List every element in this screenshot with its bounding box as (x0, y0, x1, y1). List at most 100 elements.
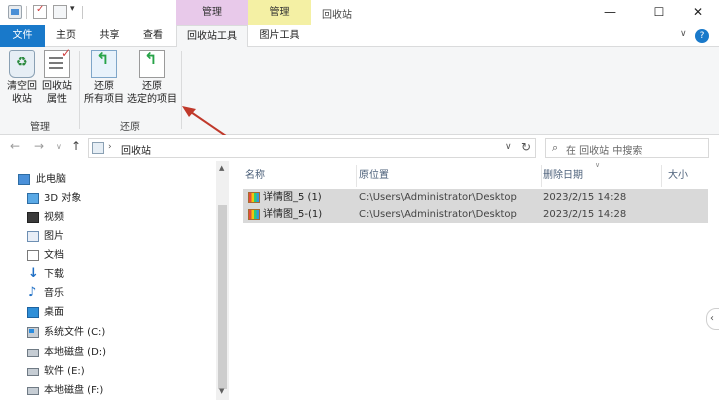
minimize-button[interactable]: — (587, 0, 633, 25)
title-bar: ▾ 管理 管理 回收站 — ☐ ✕ (0, 0, 719, 25)
file-date-deleted: 2023/2/15 14:28 (543, 209, 627, 220)
pictures-icon (27, 231, 39, 242)
tree-item-label: 图片 (44, 231, 64, 242)
restore-all-label-1: 还原 (94, 81, 114, 92)
tree-item-documents[interactable]: 文档 (0, 246, 215, 265)
restore-selected-icon (139, 50, 165, 78)
tree-item-downloads[interactable]: 下载 (0, 264, 215, 284)
tree-item-label: 本地磁盘 (F:) (44, 385, 104, 396)
refresh-icon[interactable]: ↻ (521, 140, 531, 154)
tab-picture-tools[interactable]: 图片工具 (248, 25, 311, 47)
tree-item-3d-objects[interactable]: 3D 对象 (0, 189, 215, 208)
breadcrumb-chevron-icon[interactable]: › (108, 142, 112, 152)
window-title: 回收站 (322, 10, 352, 21)
address-dropdown-icon[interactable]: ∨ (505, 142, 512, 152)
ribbon-tabs: 文件 主页 共享 查看 回收站工具 图片工具 ∨ ? (0, 25, 719, 48)
expand-side-panel-icon[interactable]: ‹ (706, 308, 719, 330)
file-row[interactable]: 详情图_5-(1) C:\Users\Administrator\Desktop… (243, 206, 708, 223)
system-drive-icon (27, 327, 39, 338)
tree-item-label: 3D 对象 (44, 193, 82, 204)
forward-arrow-icon[interactable]: → (34, 139, 44, 153)
tree-item-videos[interactable]: 视频 (0, 208, 215, 227)
scroll-down-icon[interactable]: ▼ (219, 387, 224, 395)
drive-icon (27, 387, 39, 395)
image-file-icon (248, 209, 260, 220)
collapse-ribbon-icon[interactable]: ∨ (680, 29, 687, 39)
column-header-size[interactable]: 大小 (662, 165, 718, 187)
up-arrow-icon[interactable]: ↑ (71, 139, 81, 153)
restore-selected-button[interactable]: 还原 选定的项目 (125, 50, 179, 106)
tree-item-label: 软件 (E:) (44, 366, 85, 377)
quick-access-divider (26, 6, 27, 19)
column-header-original-location[interactable]: 原位置 (357, 165, 542, 187)
restore-selected-label-2: 选定的项目 (127, 94, 177, 105)
context-tab-manage-recycle: 管理 (176, 0, 248, 25)
customize-quick-access-icon[interactable]: ▾ (70, 4, 75, 14)
file-name: 详情图_5-(1) (263, 209, 323, 220)
drive-icon (27, 349, 39, 357)
recycle-bin-properties-button[interactable]: 回收站 属性 (38, 47, 76, 106)
tab-share[interactable]: 共享 (87, 25, 132, 47)
navigation-scrollbar[interactable]: ▲ ▼ (216, 161, 229, 400)
new-folder-icon[interactable] (53, 5, 67, 19)
scroll-up-icon[interactable]: ▲ (219, 164, 224, 172)
folder-icon[interactable] (8, 5, 22, 19)
scrollbar-thumb[interactable] (218, 205, 227, 389)
group-label-manage: 管理 (30, 122, 50, 133)
recycle-bin-properties-label-2: 属性 (47, 94, 67, 105)
recycle-bin-properties-label-1: 回收站 (42, 81, 72, 92)
empty-recycle-bin-label-1: 清空回 (7, 81, 37, 92)
tree-item-pictures[interactable]: 图片 (0, 227, 215, 246)
breadcrumb-recycle-bin[interactable]: 回收站 (121, 142, 151, 157)
help-icon[interactable]: ? (695, 29, 709, 43)
tree-item-desktop[interactable]: 桌面 (0, 303, 215, 322)
recycle-bin-properties-icon (44, 47, 71, 78)
file-date-deleted: 2023/2/15 14:28 (543, 192, 627, 203)
address-field[interactable]: › 回收站 ∨ ↻ (88, 138, 536, 158)
tree-item-label: 桌面 (44, 307, 64, 318)
back-arrow-icon[interactable]: ← (10, 139, 20, 153)
tree-item-this-pc[interactable]: 此电脑 (0, 170, 215, 189)
tree-item-music[interactable]: 音乐 (0, 283, 215, 303)
empty-recycle-bin-button[interactable]: 清空回 收站 (4, 50, 40, 106)
file-list: ∨ 名称 原位置 删除日期 大小 详情图_5 (1) C:\Users\Admi… (231, 161, 719, 400)
navigation-pane: 此电脑 3D 对象 视频 图片 文档 下载 音乐 桌面 (0, 161, 231, 400)
restore-selected-label-1: 还原 (142, 81, 162, 92)
column-header-name[interactable]: 名称 (241, 165, 357, 187)
tree-item-drive-d[interactable]: 本地磁盘 (D:) (0, 343, 215, 362)
computer-icon (18, 174, 30, 185)
search-input[interactable]: ⌕ 在 回收站 中搜索 (545, 138, 709, 158)
search-placeholder: 在 回收站 中搜索 (566, 146, 643, 157)
empty-recycle-bin-label-2: 收站 (12, 94, 32, 105)
address-bar: ← → ∨ ↑ › 回收站 ∨ ↻ ⌕ 在 回收站 中搜索 (0, 135, 719, 161)
file-original-location: C:\Users\Administrator\Desktop (359, 192, 517, 203)
tree-item-label: 下载 (44, 269, 64, 280)
quick-access-divider-2 (82, 6, 83, 19)
tree-item-label: 视频 (44, 212, 64, 223)
tree-item-drive-f[interactable]: 本地磁盘 (F:) (0, 381, 215, 400)
file-original-location: C:\Users\Administrator\Desktop (359, 209, 517, 220)
tab-recycle-bin-tools[interactable]: 回收站工具 (176, 25, 248, 48)
tree-item-label: 文档 (44, 250, 64, 261)
recycle-bin-icon (92, 142, 104, 154)
empty-recycle-bin-icon (9, 50, 35, 78)
video-icon (27, 212, 39, 223)
file-row[interactable]: 详情图_5 (1) C:\Users\Administrator\Desktop… (243, 189, 708, 206)
tab-home[interactable]: 主页 (45, 25, 87, 47)
tree-item-label: 系统文件 (C:) (44, 327, 106, 338)
drive-icon (27, 368, 39, 376)
file-name: 详情图_5 (1) (263, 192, 322, 203)
desktop-icon (27, 307, 39, 318)
tree-item-drive-e[interactable]: 软件 (E:) (0, 362, 215, 381)
restore-all-icon (91, 50, 117, 78)
close-button[interactable]: ✕ (675, 0, 719, 25)
tree-item-drive-c[interactable]: 系统文件 (C:) (0, 323, 215, 342)
column-header-date-deleted[interactable]: 删除日期 (542, 165, 662, 187)
properties-icon[interactable] (33, 4, 47, 19)
explorer-window: ▾ 管理 管理 回收站 — ☐ ✕ 文件 主页 共享 查看 回收站工具 图片工具… (0, 0, 719, 400)
recent-locations-chevron-icon[interactable]: ∨ (56, 142, 62, 151)
tree-item-label: 此电脑 (36, 174, 66, 185)
tab-file[interactable]: 文件 (0, 25, 45, 47)
restore-all-button[interactable]: 还原 所有项目 (81, 50, 127, 106)
tab-view[interactable]: 查看 (132, 25, 174, 47)
